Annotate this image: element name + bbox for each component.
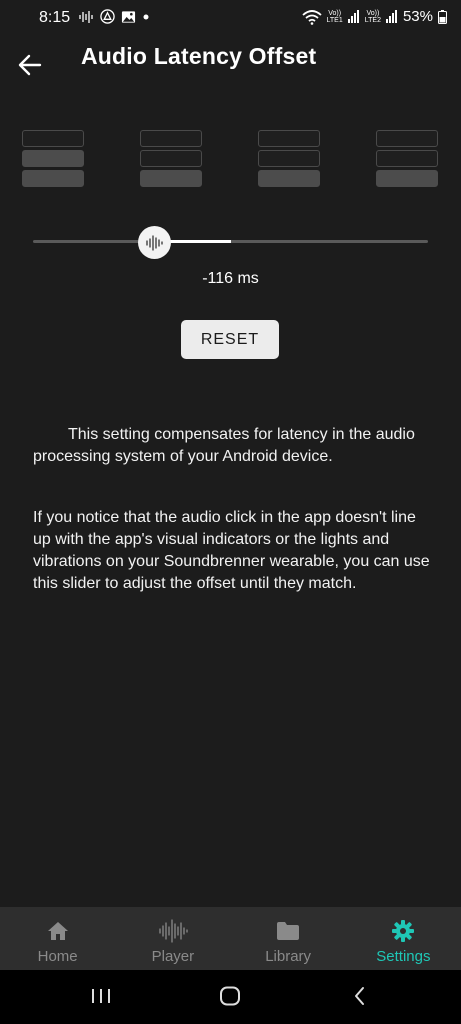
battery-percent: 53% (402, 8, 433, 25)
beat-cell (140, 150, 202, 167)
back-button[interactable] (18, 54, 46, 78)
latency-offset-slider[interactable] (33, 222, 428, 262)
beat-cell (140, 170, 202, 187)
nav-label: Player (151, 948, 195, 965)
beat-column (258, 130, 320, 190)
recent-apps-icon[interactable] (90, 986, 112, 1006)
sim2-label: Vo)) LTE2 (364, 9, 381, 24)
gear-icon (392, 920, 415, 942)
home-button-icon[interactable] (219, 986, 241, 1006)
beat-column (22, 130, 84, 190)
beat-column (376, 130, 438, 190)
nav-item-home[interactable]: Home (0, 907, 115, 970)
description-paragraph: This setting compensates for latency in … (33, 426, 415, 465)
status-bar: 8:15 Vo)) LTE1 Vo)) LTE2 53% (0, 0, 461, 34)
nav-item-player[interactable]: Player (115, 907, 230, 970)
waveform-icon (159, 919, 188, 943)
nav-item-settings[interactable]: Settings (346, 907, 461, 970)
beat-cell (376, 170, 438, 187)
page-title: Audio Latency Offset (81, 43, 317, 69)
description-paragraph: If you notice that the audio click in th… (33, 509, 430, 592)
status-left-icons (78, 9, 150, 24)
signal-icon (347, 10, 359, 23)
battery-icon (438, 9, 447, 24)
status-right-icons: Vo)) LTE1 Vo)) LTE2 53% (301, 8, 447, 25)
beat-column (140, 130, 202, 190)
arrow-left-icon (18, 54, 42, 76)
image-icon (121, 10, 136, 23)
beat-cell (376, 150, 438, 167)
beat-cell (258, 150, 320, 167)
beat-cell (258, 130, 320, 147)
audio-wave-icon (79, 10, 93, 23)
beat-cell (22, 130, 84, 147)
system-nav-bar (0, 970, 461, 1024)
app-header: Audio Latency Offset (0, 34, 461, 90)
reset-button[interactable]: RESET (181, 320, 279, 359)
home-icon (47, 922, 68, 940)
beat-cell (22, 150, 84, 167)
nav-item-library[interactable]: Library (231, 907, 346, 970)
beat-cell (140, 130, 202, 147)
offset-value: -116 ms (202, 270, 259, 287)
triangle-app-icon (100, 9, 115, 24)
slider-thumb[interactable] (138, 226, 171, 259)
wifi-icon (301, 9, 322, 25)
nav-label: Settings (376, 948, 431, 965)
signal-icon (385, 10, 397, 23)
folder-icon (277, 922, 300, 940)
notification-dot-icon (143, 14, 149, 19)
waveform-icon (145, 234, 163, 251)
bottom-nav: Home Player Library Settings (0, 907, 461, 970)
sim1-label: Vo)) LTE1 (326, 9, 343, 24)
beat-cell (376, 130, 438, 147)
beat-cell (22, 170, 84, 187)
beat-cell (258, 170, 320, 187)
nav-label: Library (265, 948, 312, 965)
status-time: 8:15 (39, 9, 71, 26)
back-nav-icon[interactable] (350, 986, 370, 1006)
nav-label: Home (37, 948, 78, 965)
